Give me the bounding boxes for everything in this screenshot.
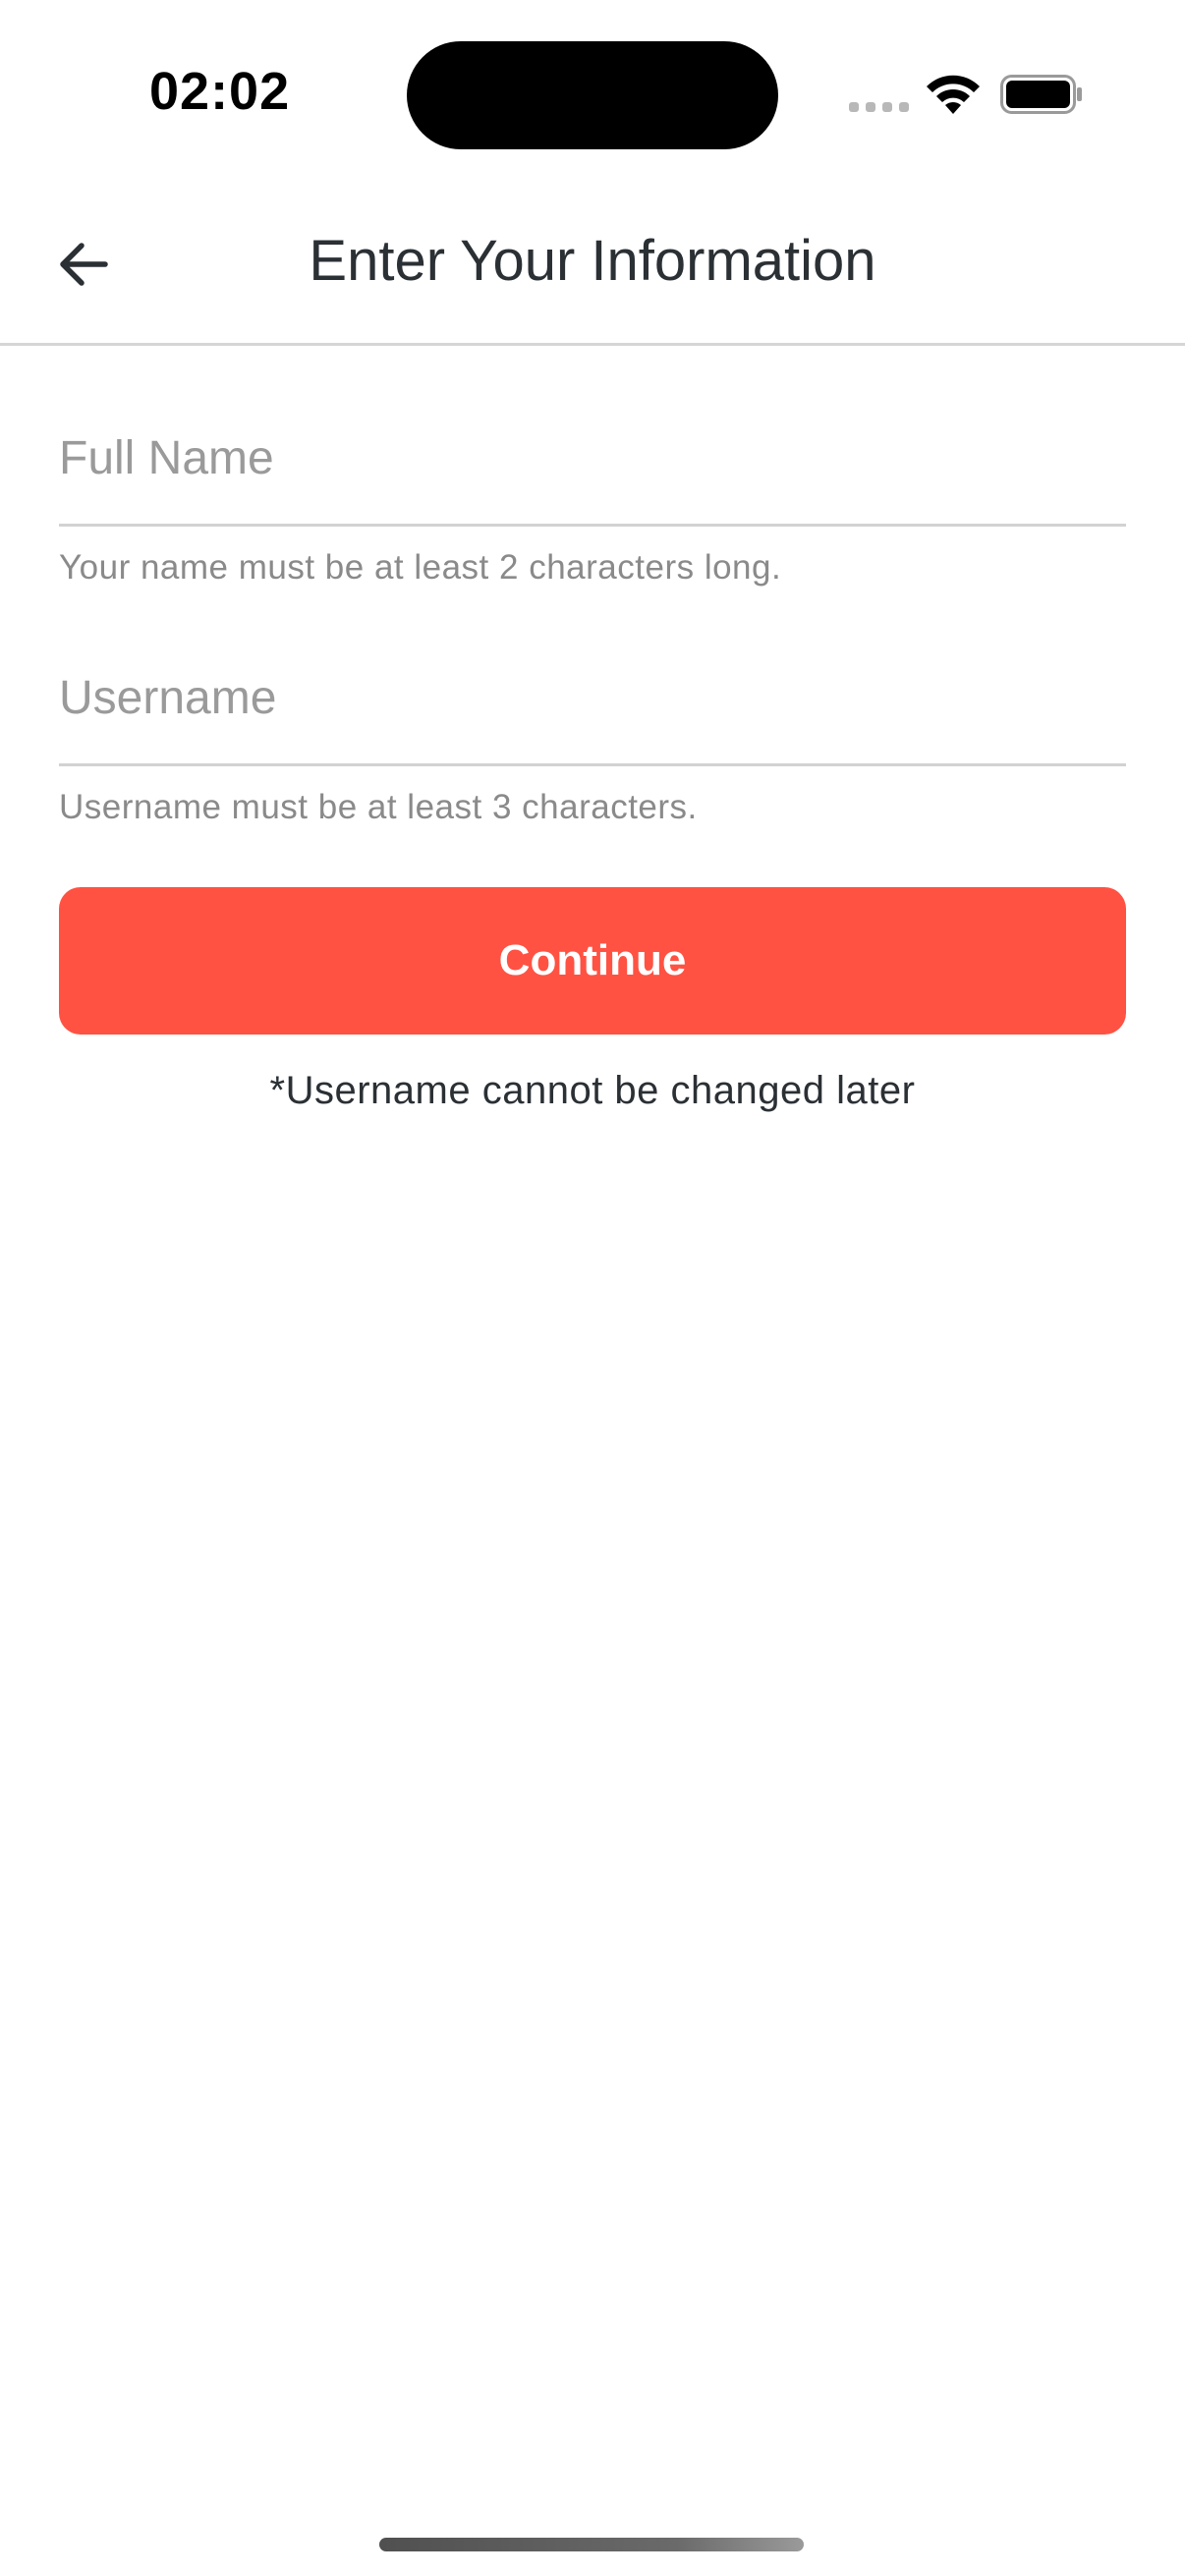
continue-button[interactable]: Continue: [59, 887, 1126, 1035]
username-input[interactable]: [59, 613, 1126, 766]
wifi-icon: [927, 75, 980, 114]
full-name-field-group: Your name must be at least 2 characters …: [59, 373, 1126, 588]
status-time: 02:02: [149, 62, 291, 121]
page-title: Enter Your Information: [309, 229, 876, 293]
screen: 02:02 Enter Your Information Your name m…: [0, 0, 1185, 2576]
home-indicator[interactable]: [379, 2538, 804, 2551]
full-name-hint: Your name must be at least 2 characters …: [59, 548, 782, 587]
username-disclaimer: *Username cannot be changed later: [269, 1069, 916, 1112]
cellular-signal-icon: [849, 102, 909, 112]
battery-icon: [1000, 75, 1082, 114]
username-field-group: Username must be at least 3 characters.: [59, 613, 1126, 827]
username-hint: Username must be at least 3 characters.: [59, 788, 698, 826]
dynamic-island: [407, 41, 778, 149]
navigation-header: Enter Your Information: [0, 187, 1185, 346]
status-bar: 02:02: [0, 0, 1185, 187]
full-name-input[interactable]: [59, 373, 1126, 527]
